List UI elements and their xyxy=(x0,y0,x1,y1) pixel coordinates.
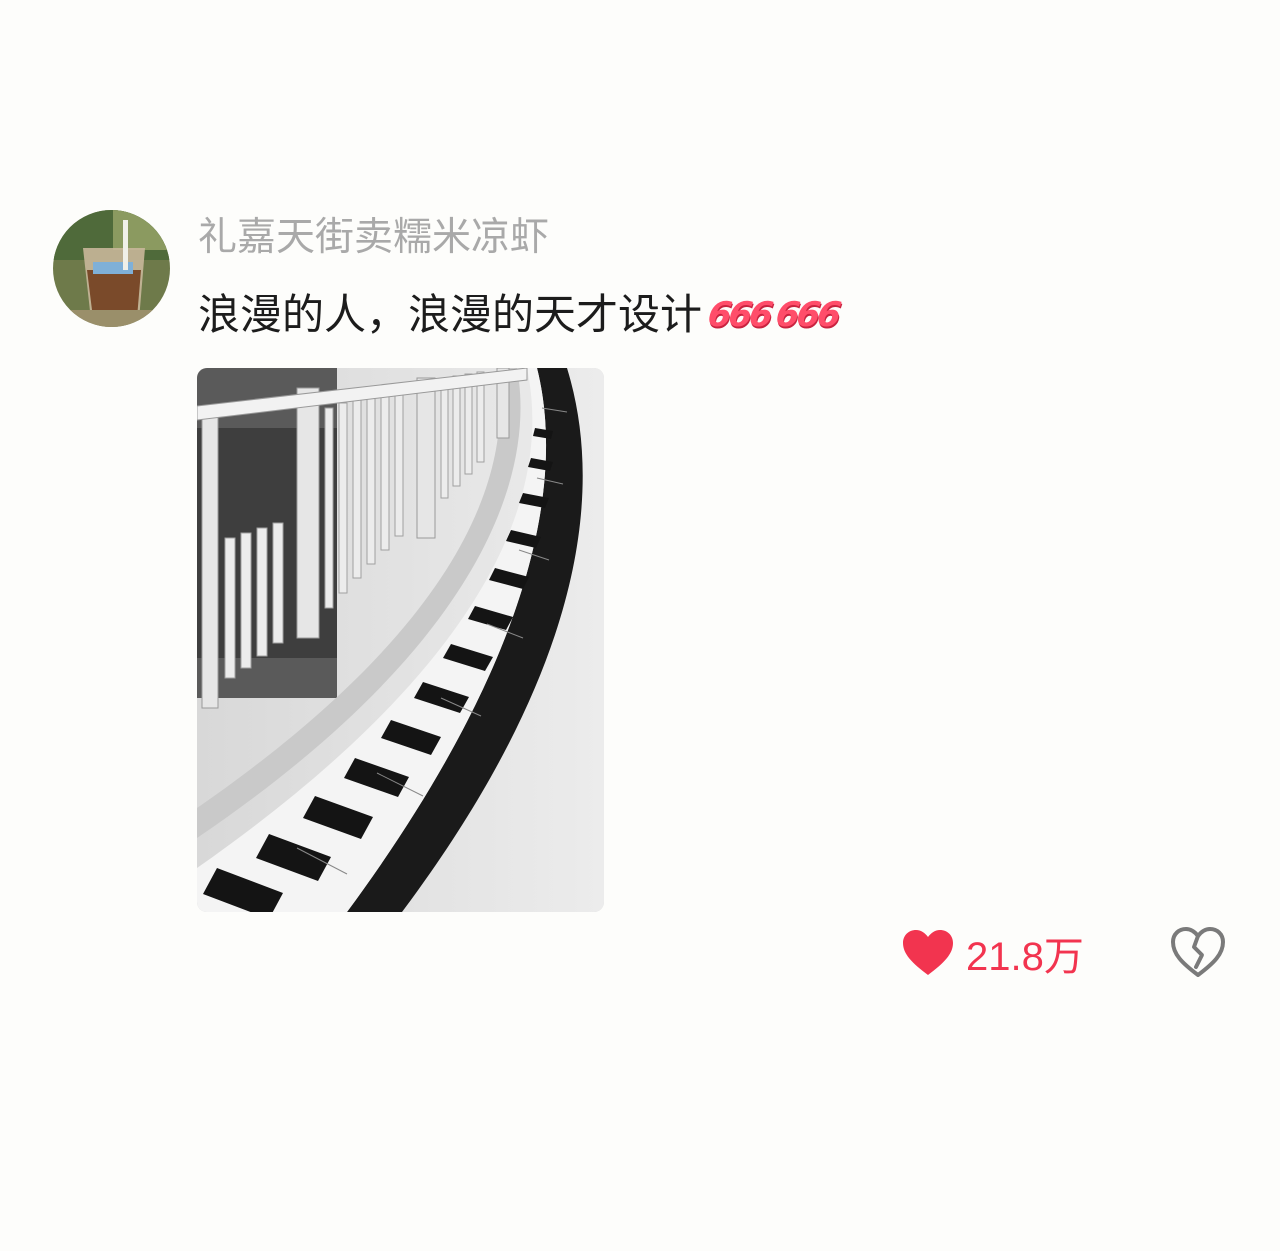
comment-item: 礼嘉天街卖糯米凉虾 浪漫的人，浪漫的天才设计 666 666 21.8万 xyxy=(0,0,1280,1251)
username[interactable]: 礼嘉天街卖糯米凉虾 xyxy=(198,214,549,262)
comment-text: 浪漫的人，浪漫的天才设计 xyxy=(198,290,703,339)
emoji-666-icon: 666 xyxy=(773,295,841,335)
comment-image[interactable] xyxy=(197,368,604,912)
piano-railing-photo xyxy=(197,368,604,912)
broken-heart-icon xyxy=(1171,927,1225,977)
like-count: 21.8万 xyxy=(966,935,1084,979)
dislike-button[interactable] xyxy=(1170,925,1226,979)
emoji-666-icon: 666 xyxy=(705,295,773,335)
comment-text-row: 浪漫的人，浪漫的天才设计 666 666 xyxy=(198,288,841,342)
like-button[interactable]: 21.8万 xyxy=(902,924,1084,982)
avatar-image xyxy=(53,210,170,327)
heart-icon xyxy=(903,930,953,975)
avatar[interactable] xyxy=(53,210,170,327)
